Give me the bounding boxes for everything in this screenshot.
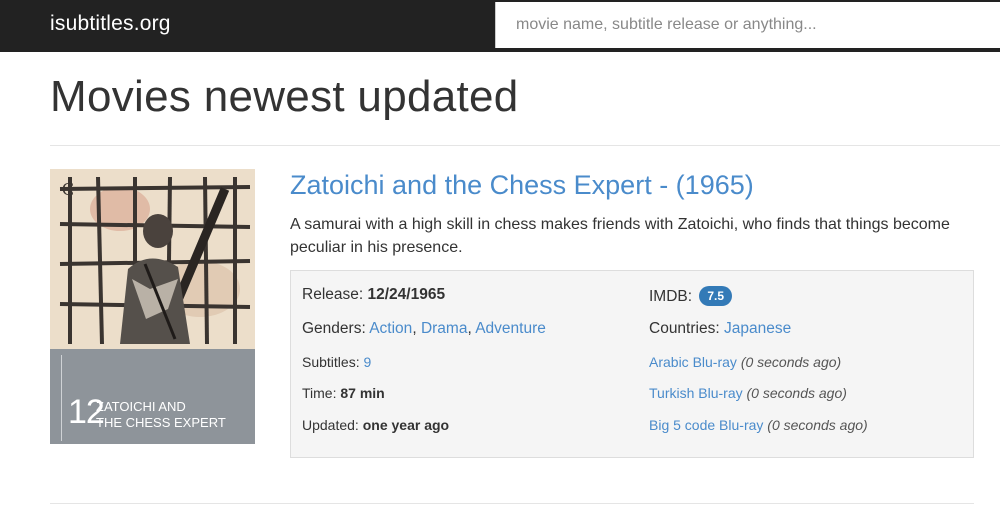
imdb-rating-badge: 7.5 bbox=[699, 286, 733, 306]
countries-row: Countries: Japanese bbox=[649, 320, 791, 338]
updated-value: one year ago bbox=[362, 417, 450, 433]
subtitle-release-link[interactable]: Turkish Blu-ray bbox=[649, 385, 743, 401]
subtitle-release-time: (0 seconds ago) bbox=[767, 417, 868, 433]
subtitle-release-link[interactable]: Arabic Blu-ray bbox=[649, 354, 737, 370]
genre-link-adventure[interactable]: Adventure bbox=[475, 320, 546, 337]
genres-row: Genders: Action, Drama, Adventure bbox=[302, 320, 546, 337]
subtitle-release-time: (0 seconds ago) bbox=[746, 385, 847, 401]
subtitle-release-link[interactable]: Big 5 code Blu-ray bbox=[649, 417, 763, 433]
movie-poster[interactable]: C 12 ZATOICHI AND THE CHESS EXPERT bbox=[50, 169, 255, 444]
country-link[interactable]: Japanese bbox=[724, 320, 791, 337]
subtitle-release-time: (0 seconds ago) bbox=[740, 354, 842, 370]
navbar: isubtitles.org bbox=[0, 0, 1000, 52]
release-value: 12/24/1965 bbox=[367, 286, 446, 303]
site-logo-link[interactable]: isubtitles.org bbox=[50, 12, 171, 36]
release-label: Release: bbox=[302, 286, 364, 303]
genres-label: Genders: bbox=[302, 320, 366, 337]
imdb-label: IMDB: bbox=[649, 288, 693, 305]
imdb-row: IMDB: 7.5 bbox=[649, 286, 733, 306]
svg-text:C: C bbox=[62, 179, 74, 199]
subtitle-release-item: Arabic Blu-ray (0 seconds ago) bbox=[649, 354, 841, 370]
subtitle-release-item: Turkish Blu-ray (0 seconds ago) bbox=[649, 385, 847, 401]
divider bbox=[50, 503, 974, 504]
time-value: 87 min bbox=[340, 385, 385, 401]
subtitles-count-link[interactable]: 9 bbox=[363, 354, 371, 370]
genre-link-drama[interactable]: Drama bbox=[421, 320, 468, 337]
time-row: Time: 87 min bbox=[302, 385, 385, 401]
subtitles-label: Subtitles: bbox=[302, 354, 360, 370]
genre-link-action[interactable]: Action bbox=[369, 320, 412, 337]
updated-label: Updated: bbox=[302, 417, 359, 433]
updated-row: Updated: one year ago bbox=[302, 417, 449, 433]
page-title: Movies newest updated bbox=[50, 72, 519, 121]
subtitle-release-item: Big 5 code Blu-ray (0 seconds ago) bbox=[649, 417, 868, 433]
poster-spine bbox=[61, 355, 67, 441]
poster-title: ZATOICHI AND THE CHESS EXPERT bbox=[96, 399, 226, 430]
movie-info-box: Release: 12/24/1965 IMDB: 7.5 Genders: A… bbox=[290, 270, 974, 458]
movie-description: A samurai with a high skill in chess mak… bbox=[290, 216, 950, 256]
divider bbox=[50, 145, 1000, 146]
search-input[interactable] bbox=[495, 2, 1000, 48]
time-label: Time: bbox=[302, 385, 337, 401]
release-row: Release: 12/24/1965 bbox=[302, 286, 445, 304]
movie-title-link[interactable]: Zatoichi and the Chess Expert - (1965) bbox=[290, 170, 754, 201]
subtitles-row: Subtitles: 9 bbox=[302, 354, 371, 370]
countries-label: Countries: bbox=[649, 320, 720, 337]
poster-artwork: C bbox=[50, 169, 255, 349]
